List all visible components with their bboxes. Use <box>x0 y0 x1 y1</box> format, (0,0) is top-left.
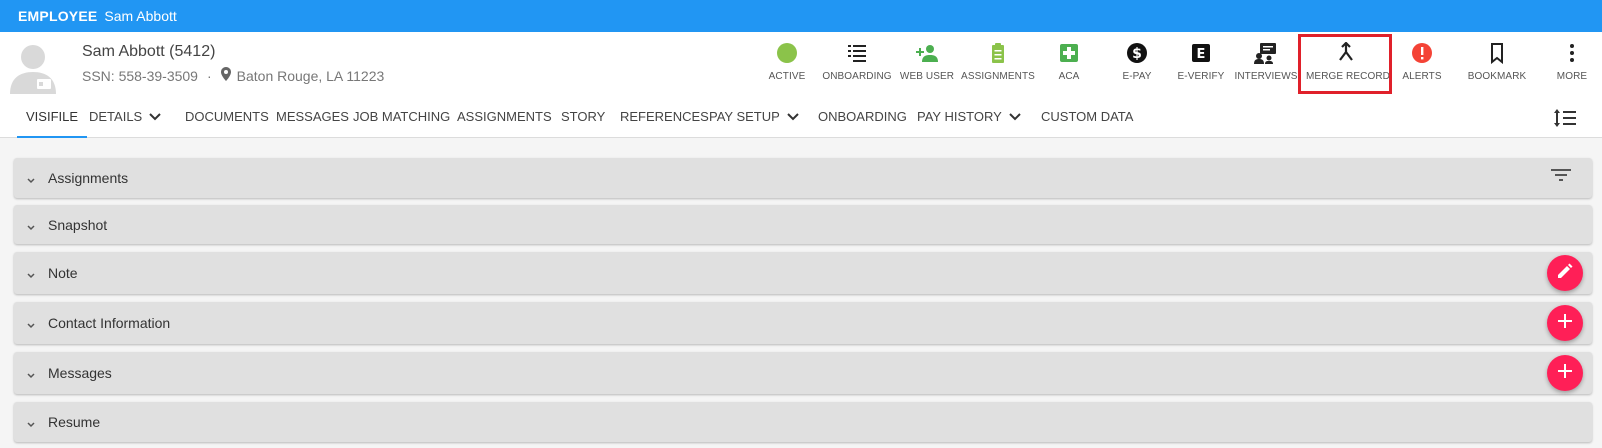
tab-label: DETAILS <box>89 109 143 124</box>
alert-icon <box>1382 42 1462 64</box>
tab-details[interactable]: DETAILS <box>89 96 162 138</box>
bookmark-button[interactable]: BOOKMARK <box>1457 42 1537 94</box>
tab-label: JOB MATCHING <box>353 109 451 124</box>
section-tabs: VISIFILE DETAILS DOCUMENTS MESSAGES JOB … <box>0 96 1602 138</box>
record-type-label: EMPLOYEE <box>18 8 98 24</box>
action-label: ALERTS <box>1402 71 1442 82</box>
alerts-button[interactable]: ALERTS <box>1382 42 1462 94</box>
add-message-button[interactable] <box>1547 355 1583 391</box>
clipboard-icon <box>958 42 1038 64</box>
add-contact-button[interactable] <box>1547 305 1583 341</box>
add-person-icon <box>887 42 967 64</box>
status-dot-icon <box>747 42 827 64</box>
employee-name: Sam Abbott (5412) <box>82 43 216 60</box>
svg-text:$: $ <box>1132 46 1142 62</box>
pencil-icon <box>1556 262 1574 285</box>
chevron-down-icon <box>148 97 162 139</box>
active-status-button[interactable]: ACTIVE <box>747 42 827 94</box>
chevron-down-icon <box>1008 97 1022 139</box>
action-label: ONBOARDING <box>822 71 892 82</box>
tab-onboarding[interactable]: ONBOARDING <box>818 96 907 138</box>
action-label: MORE <box>1556 71 1588 82</box>
panel-title: Snapshot <box>48 216 108 233</box>
merge-record-highlight <box>1298 34 1392 94</box>
panel-title: Contact Information <box>48 315 171 331</box>
action-label: WEB USER <box>899 71 955 82</box>
panel-contact-information[interactable]: Contact Information <box>14 302 1592 344</box>
more-vert-icon <box>1532 42 1602 64</box>
panel-note[interactable]: Note <box>14 252 1592 294</box>
chevron-down-icon <box>26 173 36 191</box>
tab-label: CUSTOM DATA <box>1041 109 1134 124</box>
plus-icon <box>1557 313 1573 334</box>
record-type-bar: EMPLOYEE Sam Abbott <box>0 0 1602 32</box>
tab-job-matching[interactable]: JOB MATCHING <box>353 96 450 138</box>
separator: · <box>206 67 212 84</box>
tab-label: MESSAGES <box>276 109 349 124</box>
chevron-down-icon <box>26 318 36 336</box>
tab-label: DOCUMENTS <box>185 109 269 124</box>
edit-note-button[interactable] <box>1547 255 1583 291</box>
filter-icon[interactable] <box>1550 166 1572 189</box>
record-name: Sam Abbott <box>104 8 177 24</box>
tab-label: PAY SETUP <box>709 109 780 124</box>
action-label: ASSIGNMENTS <box>961 71 1035 82</box>
employee-ssn: SSN: 558-39-3509 <box>82 67 198 84</box>
tab-pay-setup[interactable]: PAY SETUP <box>709 96 800 138</box>
chevron-down-icon <box>26 220 36 238</box>
onboarding-action-button[interactable]: ONBOARDING <box>817 42 897 94</box>
checklist-icon <box>817 42 897 64</box>
action-label: ACTIVE <box>768 71 806 82</box>
panel-resume[interactable]: Resume <box>14 402 1592 442</box>
tab-pay-history[interactable]: PAY HISTORY <box>917 96 1022 138</box>
avatar <box>6 40 60 94</box>
tab-messages[interactable]: MESSAGES <box>276 96 349 138</box>
tab-visifile[interactable]: VISIFILE <box>17 96 88 138</box>
employee-subtitle: SSN: 558-39-3509 · Baton Rouge, LA 11223 <box>82 67 384 84</box>
panel-title: Messages <box>48 365 112 381</box>
tab-assignments[interactable]: ASSIGNMENTS <box>457 96 552 138</box>
tab-references[interactable]: REFERENCES <box>620 96 709 138</box>
web-user-button[interactable]: WEB USER <box>887 42 967 94</box>
assignments-action-button[interactable]: ASSIGNMENTS <box>958 42 1038 94</box>
panel-title: Assignments <box>48 170 129 186</box>
tab-documents[interactable]: DOCUMENTS <box>185 96 269 138</box>
action-label: INTERVIEWS <box>1234 71 1298 82</box>
chevron-down-icon <box>26 268 36 286</box>
tab-story[interactable]: STORY <box>561 96 605 138</box>
action-label: BOOKMARK <box>1467 71 1527 82</box>
line-spacing-icon[interactable] <box>1553 108 1577 133</box>
plus-icon <box>1557 363 1573 384</box>
panel-assignments[interactable]: Assignments <box>14 158 1592 198</box>
employee-location: Baton Rouge, LA 11223 <box>236 67 385 84</box>
tab-custom-data[interactable]: CUSTOM DATA <box>1041 96 1133 138</box>
chevron-down-icon <box>26 368 36 386</box>
svg-text:E: E <box>1197 47 1206 62</box>
interviews-button[interactable]: INTERVIEWS <box>1226 42 1306 94</box>
presenter-icon <box>1226 42 1306 64</box>
tab-label: REFERENCES <box>620 109 709 124</box>
panel-snapshot[interactable]: Snapshot <box>14 205 1592 244</box>
more-button[interactable]: MORE <box>1532 42 1602 94</box>
panel-messages[interactable]: Messages <box>14 352 1592 394</box>
tab-label: ONBOARDING <box>818 109 907 124</box>
bookmark-icon <box>1457 42 1537 65</box>
tab-label: VISIFILE <box>26 109 79 124</box>
panel-title: Note <box>48 265 78 281</box>
location-pin-icon <box>220 67 231 84</box>
tab-label: PAY HISTORY <box>917 109 1002 124</box>
panel-title: Resume <box>48 414 101 430</box>
tab-label: ASSIGNMENTS <box>457 109 552 124</box>
tab-label: STORY <box>561 109 606 124</box>
chevron-down-icon <box>786 97 800 139</box>
chevron-down-icon <box>26 417 36 435</box>
